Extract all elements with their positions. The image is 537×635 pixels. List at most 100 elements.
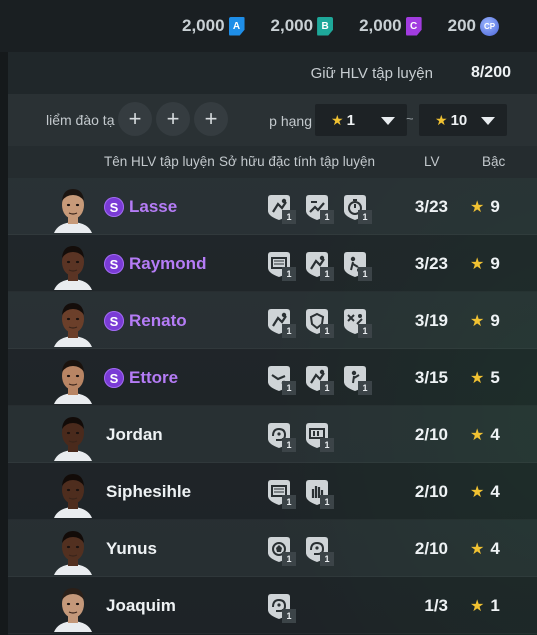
coach-grade: ★ 5	[470, 368, 500, 388]
special-grade-badge-icon: S	[104, 368, 124, 388]
currency-b-icon: B	[317, 16, 334, 36]
coach-traits: 1 1 1	[264, 306, 372, 338]
coach-name: Raymond	[129, 254, 207, 273]
column-header-grade[interactable]: Bậc	[482, 154, 505, 169]
coach-grade-value: 5	[490, 368, 500, 387]
trait-level: 1	[358, 324, 372, 338]
coach-grade-value: 4	[490, 425, 500, 444]
shield-icon[interactable]: 1	[302, 306, 334, 338]
add-filter-slot-3-button[interactable]: +	[194, 102, 228, 136]
coach-grade: ★ 9	[470, 311, 500, 331]
trait-level: 1	[282, 210, 296, 224]
coach-level: 3/23	[414, 197, 448, 216]
add-filter-slot-2-button[interactable]: +	[156, 102, 190, 136]
currency-a: 2,000 A	[182, 16, 245, 36]
coach-list: S Lasse 1 1 1 3/23 ★ 9 S Raymond 1 1 1 3/23 ★ 9 S Renato 1…	[8, 178, 537, 634]
trait-level: 1	[320, 438, 334, 452]
coach-row[interactable]: Jordan 1 1 2/10 ★ 4	[8, 406, 537, 463]
coach-avatar	[52, 527, 94, 575]
coach-name: Jordan	[106, 425, 163, 444]
trait-level: 1	[358, 210, 372, 224]
coach-avatar	[52, 584, 94, 632]
coach-row[interactable]: S Raymond 1 1 1 3/23 ★ 9	[8, 235, 537, 292]
trait-level: 1	[282, 552, 296, 566]
coach-level: 2/10	[414, 539, 448, 558]
coach-name: Ettore	[129, 368, 179, 387]
coach-row[interactable]: S Renato 1 1 1 3/19 ★ 9	[8, 292, 537, 349]
max-grade-dropdown[interactable]: ★ 10	[419, 104, 507, 136]
hold-coach-row: Giữ HLV tập luyện 8/200	[8, 52, 537, 94]
chevron-down-icon	[381, 117, 395, 125]
brain-icon[interactable]: 1	[302, 534, 334, 566]
coach-traits: 1 1 1	[264, 249, 372, 281]
special-grade-badge-icon: S	[104, 311, 124, 331]
glove-icon[interactable]: 1	[302, 477, 334, 509]
coach-avatar	[52, 470, 94, 518]
min-grade-dropdown[interactable]: ★ 1	[315, 104, 407, 136]
stopwatch-icon[interactable]: 1	[340, 192, 372, 224]
trait-level: 1	[358, 381, 372, 395]
coach-grade: ★ 9	[470, 197, 500, 217]
dribble-icon[interactable]: 1	[340, 249, 372, 281]
ball-icon[interactable]: 1	[264, 534, 296, 566]
goal-icon[interactable]: 1	[264, 249, 296, 281]
coach-avatar	[52, 242, 94, 290]
trait-level: 1	[358, 267, 372, 281]
coach-grade-value: 1	[490, 596, 500, 615]
add-filter-slot-1-button[interactable]: +	[118, 102, 152, 136]
coach-grade-value: 9	[490, 197, 500, 216]
hold-coach-label: Giữ HLV tập luyện	[310, 64, 433, 82]
coach-grade: ★ 1	[470, 596, 500, 616]
coach-avatar	[52, 299, 94, 347]
trait-level: 1	[320, 267, 334, 281]
currency-a-icon: A	[228, 16, 245, 36]
star-icon: ★	[470, 541, 485, 558]
currency-bar: 2,000 A 2,000 B 2,000 C 200 CP	[0, 0, 537, 52]
coach-row[interactable]: S Lasse 1 1 1 3/23 ★ 9	[8, 178, 537, 235]
column-header-name[interactable]: Tên HLV tập luyện	[104, 154, 215, 169]
trait-level: 1	[282, 324, 296, 338]
shooting-icon[interactable]: 1	[340, 363, 372, 395]
coach-row[interactable]: Yunus 1 1 2/10 ★ 4	[8, 520, 537, 577]
trait-level: 1	[320, 552, 334, 566]
brain-icon[interactable]: 1	[264, 420, 296, 452]
column-header-traits: Sở hữu đặc tính tập luyện	[219, 154, 375, 169]
coach-name: Siphesihle	[106, 482, 192, 501]
kick-icon[interactable]: 1	[264, 363, 296, 395]
coach-level: 3/19	[414, 311, 448, 330]
coach-row[interactable]: S Ettore 1 1 1 3/15 ★ 5	[8, 349, 537, 406]
coach-row[interactable]: Siphesihle 1 1 2/10 ★ 4	[8, 463, 537, 520]
currency-c-value: 2,000	[359, 16, 402, 35]
trait-level: 1	[282, 609, 296, 623]
coach-name: Lasse	[129, 197, 178, 216]
star-icon: ★	[470, 256, 485, 273]
stamina-icon[interactable]: 1	[302, 420, 334, 452]
left-edge	[0, 52, 8, 635]
currency-a-value: 2,000	[181, 16, 225, 35]
star-icon: ★	[470, 313, 485, 330]
coach-level: 3/23	[414, 254, 448, 273]
slide-tackle-icon[interactable]: 1	[302, 363, 334, 395]
trait-level: 1	[320, 495, 334, 509]
min-grade-value: 1	[346, 111, 355, 129]
column-header-lv[interactable]: LV	[424, 154, 440, 169]
goal-icon[interactable]: 1	[264, 477, 296, 509]
star-icon: ★	[470, 199, 485, 216]
brain-icon[interactable]: 1	[264, 591, 296, 623]
coach-avatar	[52, 185, 94, 233]
currency-c-icon: C	[405, 16, 422, 36]
coach-row[interactable]: Joaquim 1 1/3 ★ 1	[8, 577, 537, 634]
chevron-down-icon	[481, 117, 495, 125]
currency-c: 2,000 C	[359, 16, 422, 36]
coach-avatar	[52, 413, 94, 461]
sprint-icon[interactable]: 1	[302, 192, 334, 224]
trait-level: 1	[282, 438, 296, 452]
slide-tackle-icon[interactable]: 1	[302, 249, 334, 281]
hold-coach-count: 8/200	[470, 64, 511, 81]
slide-tackle-icon[interactable]: 1	[264, 192, 296, 224]
coach-grade: ★ 4	[470, 425, 500, 445]
star-icon: ★	[470, 598, 485, 615]
tactics-icon[interactable]: 1	[340, 306, 372, 338]
coach-level: 2/10	[414, 482, 448, 501]
slide-tackle-icon[interactable]: 1	[264, 306, 296, 338]
